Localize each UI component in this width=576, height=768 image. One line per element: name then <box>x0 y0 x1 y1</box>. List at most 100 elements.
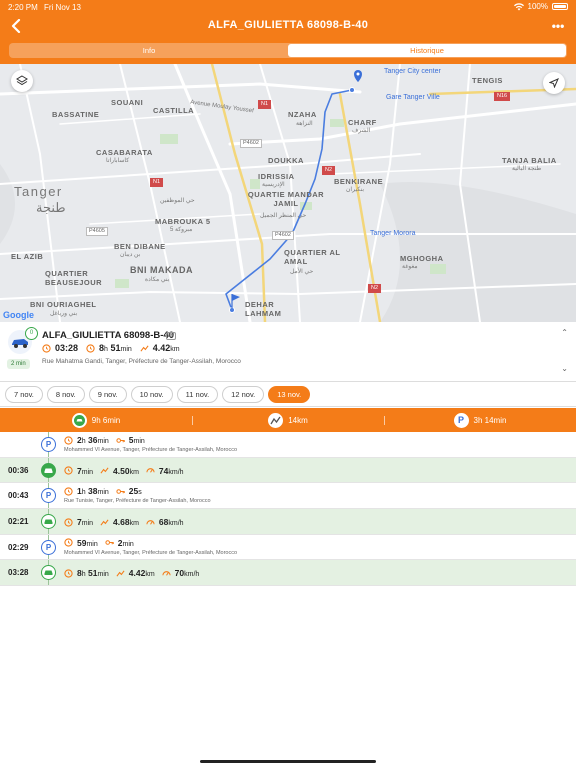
app-header: 2:20 PM Fri Nov 13 100% ALFA_GIULIETTA 6… <box>0 0 576 64</box>
date-chip[interactable]: 7 nov. <box>5 385 43 403</box>
map-label-bni-makada-ar: بني مكادة <box>145 277 170 283</box>
elapsed-badge: 2 min <box>7 359 30 369</box>
parking-icon: P <box>41 539 56 555</box>
map-label-mghogha: MGHOGHA <box>400 254 444 263</box>
clock-icon <box>64 466 73 475</box>
date-selector: 7 nov. 8 nov. 9 nov. 10 nov. 11 nov. 12 … <box>0 381 576 407</box>
map-label-idrissia: IDRISSIA <box>258 172 295 181</box>
timeline-row-park[interactable]: 00:43 P 1h 38min 25s Rue Tunisie, Tanger… <box>0 483 576 510</box>
map-label-doukka: DOUKKA <box>268 156 304 165</box>
status-date: Fri Nov 13 <box>44 3 81 12</box>
wifi-icon <box>513 2 524 10</box>
road-badge-n16: N16 <box>494 92 511 101</box>
timeline-row-drive[interactable]: 03:28 8h 51min 4.42km 70km/h <box>0 560 576 587</box>
route-icon <box>100 519 109 526</box>
key-icon <box>116 437 125 443</box>
speedometer-icon <box>146 468 155 473</box>
map-label-casabarata: CASABARATA <box>96 148 153 157</box>
date-chip[interactable]: 8 nov. <box>46 385 85 403</box>
day-summary-bar: 9h 6min 14km P 3h 14min <box>0 408 576 432</box>
date-chip[interactable]: 9 nov. <box>88 385 127 403</box>
road-badge-n2: N2 <box>322 166 336 175</box>
trip-start-time: 00:36 <box>8 465 29 475</box>
date-chip[interactable]: 12 nov. <box>222 385 265 403</box>
map-label-bni-ouriaghel-ar: بني ورياغل <box>50 311 78 317</box>
map-label-nzaha: NZAHA <box>288 110 317 119</box>
vehicle-info-card[interactable]: 0 ALFA_GIULIETTA 68098-B-40 8h 03:28 8h … <box>0 322 576 380</box>
map-label-dehar-lahmam: DEHAR LAHMAM <box>245 300 282 318</box>
map-label-tanger-ar: طنجة <box>36 200 66 215</box>
speedometer-icon <box>162 571 171 576</box>
speedometer-icon <box>146 519 155 525</box>
map-label-benkirane: BENKIRANE <box>334 177 384 186</box>
car-icon <box>71 412 87 428</box>
tab-historique[interactable]: Historique <box>288 44 566 57</box>
vehicle-trip-stats: 03:28 8h 51min 4.42km <box>42 343 180 353</box>
car-icon <box>41 462 56 478</box>
map-label-mandar-ar: حي المنظر الجميل <box>260 213 307 219</box>
vehicle-name: ALFA_GIULIETTA 68098-B-40 <box>42 330 174 341</box>
map-label-charf: CHARF <box>348 118 377 127</box>
map-label-souani: SOUANI <box>111 98 144 107</box>
timeline-row-drive[interactable]: 00:36 7min 4.50km 74km/h <box>0 457 576 484</box>
map-label-casabarata-ar: كاساباراتا <box>106 158 130 164</box>
home-indicator <box>200 760 376 763</box>
map-label-quartier-al-amal: QUARTIER AL AMAL <box>284 248 341 266</box>
vehicle-tag: 8h <box>166 332 176 340</box>
chevron-up-icon[interactable]: ⌃ <box>561 328 568 337</box>
summary-park: P 3h 14min <box>384 412 576 428</box>
summary-park-value: 3h 14min <box>473 415 507 425</box>
parking-icon: P <box>453 412 469 428</box>
car-icon <box>41 565 56 581</box>
summary-drive-value: 9h 6min <box>91 415 121 425</box>
map-label-bni-makada: BNI MAKADA <box>130 265 193 275</box>
map-label-castilla: CASTILLA <box>153 106 195 115</box>
map-layers-button[interactable] <box>11 70 33 92</box>
summary-drive: 9h 6min <box>0 412 192 428</box>
map-label-el-mouhbine-ar: حي الموظفين <box>160 198 195 204</box>
stop-start-time: 00:43 <box>8 491 29 501</box>
trip-map[interactable]: SOUANI CASTILLA BASSATINE CASABARATA كاس… <box>0 64 576 322</box>
road-badge-p4602: P4602 <box>240 139 262 148</box>
map-label-bassatine: BASSATINE <box>52 110 100 119</box>
map-label-quartier-beausejour: QUARTIER BEAUSEJOUR <box>45 269 103 287</box>
view-segmented-control: Info Historique <box>9 43 567 58</box>
trip-timeline: P 2h 36min 5min Mohammed VI Avenue, Tang… <box>0 432 576 587</box>
timeline-row-park[interactable]: P 2h 36min 5min Mohammed VI Avenue, Tang… <box>0 432 576 458</box>
date-chip-selected[interactable]: 13 nov. <box>268 385 311 403</box>
map-label-mghogha-ar: مغوغة <box>402 264 418 270</box>
clock-icon <box>64 435 73 445</box>
timeline-row-park[interactable]: 02:29 P 59min 2min Mohammed VI Avenue, T… <box>0 534 576 561</box>
clock-icon <box>86 343 95 353</box>
map-label-quartie-mandar-jamil: QUARTIE MANDAR JAMIL <box>247 190 325 208</box>
parking-icon: P <box>41 488 56 504</box>
road-badge-n2-b: N2 <box>368 284 382 293</box>
chevron-down-icon[interactable]: ⌄ <box>561 364 568 373</box>
more-options-button[interactable]: ••• <box>548 18 568 34</box>
map-label-el-azib: EL AZIB <box>11 252 44 261</box>
date-chip[interactable]: 10 nov. <box>130 385 173 403</box>
clock-icon <box>64 487 73 496</box>
trip-start-time: 02:21 <box>8 517 29 527</box>
map-label-nzaha-ar: النزاهة <box>296 121 313 127</box>
locate-button[interactable] <box>543 72 565 94</box>
date-chip[interactable]: 11 nov. <box>176 385 219 403</box>
key-icon <box>105 540 114 546</box>
summary-distance-value: 14km <box>288 415 308 425</box>
location-arrow-icon <box>549 78 559 88</box>
key-icon <box>116 489 125 494</box>
timeline-row-drive[interactable]: 02:21 7min 4.68km 68km/h <box>0 509 576 535</box>
vehicle-distance: 4.42km <box>152 343 180 353</box>
layers-icon <box>16 75 28 86</box>
vehicle-address: Rue Mahatma Gandi, Tanger, Préfecture de… <box>42 358 241 365</box>
clock-icon <box>42 343 51 353</box>
app-root: 2:20 PM Fri Nov 13 100% ALFA_GIULIETTA 6… <box>0 0 576 768</box>
map-label-tanger: Tanger <box>14 184 63 199</box>
status-right: 100% <box>513 2 568 11</box>
vehicle-duration: 8h 51min <box>99 343 132 353</box>
route-icon <box>100 467 109 474</box>
clock-icon <box>64 569 73 578</box>
road-badge-n1-b: N1 <box>150 178 164 187</box>
status-time: 2:20 PM <box>8 3 38 12</box>
tab-info[interactable]: Info <box>10 44 288 57</box>
